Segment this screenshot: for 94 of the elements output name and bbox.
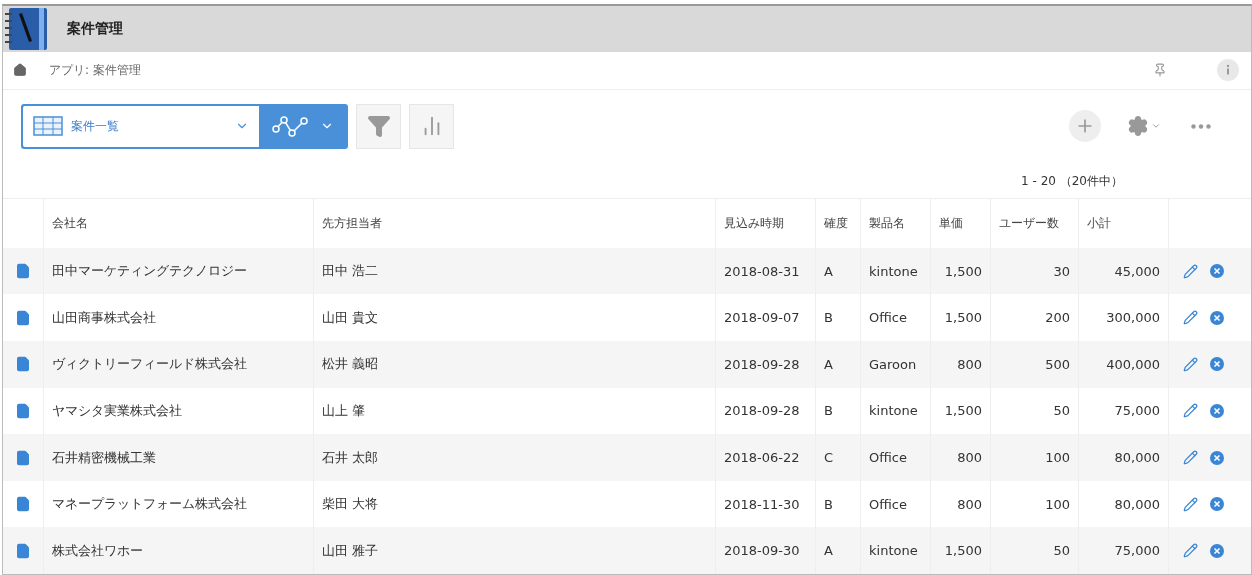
table-cell: 1,500 <box>930 247 990 295</box>
breadcrumb-text[interactable]: アプリ: 案件管理 <box>49 61 141 79</box>
column-header[interactable]: 単価 <box>930 197 990 248</box>
record-icon[interactable] <box>15 309 31 326</box>
table-cell: 株式会社ワホー <box>43 527 313 574</box>
delete-button[interactable] <box>1210 450 1224 465</box>
table-cell: 500 <box>990 341 1078 388</box>
record-icon[interactable] <box>15 449 31 466</box>
table-cell: A <box>815 527 860 574</box>
table-cell: 80,000 <box>1078 434 1168 481</box>
table-cell: 800 <box>930 341 990 388</box>
column-header[interactable]: 小計 <box>1078 197 1168 248</box>
table-cell: 田中 浩二 <box>313 247 715 295</box>
edit-button[interactable] <box>1183 310 1198 326</box>
column-header[interactable]: 見込み時期 <box>715 197 815 248</box>
delete-button[interactable] <box>1210 543 1224 558</box>
table-cell: 田中マーケティングテクノロジー <box>43 247 313 295</box>
remove-icon <box>1210 403 1224 418</box>
edit-button[interactable] <box>1183 496 1198 512</box>
filter-icon <box>366 114 391 139</box>
pencil-icon <box>1183 356 1198 372</box>
table-cell: Garoon <box>860 341 930 388</box>
table-cell: 2018-09-30 <box>715 527 815 574</box>
more-button[interactable] <box>1191 123 1211 129</box>
edit-button[interactable] <box>1183 263 1198 279</box>
pencil-icon <box>1183 450 1198 465</box>
delete-button[interactable] <box>1210 310 1224 325</box>
table-cell: Office <box>860 434 930 481</box>
remove-icon <box>1210 357 1224 372</box>
remove-icon <box>1210 543 1224 558</box>
delete-button[interactable] <box>1210 403 1224 418</box>
app-title: 案件管理 <box>67 20 123 38</box>
record-icon[interactable] <box>15 402 31 419</box>
table-cell: kintone <box>860 527 930 574</box>
settings-button[interactable] <box>1127 115 1161 138</box>
table-cell: A <box>815 247 860 295</box>
chart-button[interactable] <box>409 103 454 149</box>
table-cell: 石井精密機械工業 <box>43 434 313 481</box>
home-icon[interactable] <box>13 63 27 78</box>
table-cell: 2018-08-31 <box>715 247 815 295</box>
record-icon[interactable] <box>15 263 31 280</box>
table-cell: 石井 太郎 <box>313 434 715 481</box>
edit-button[interactable] <box>1183 450 1198 465</box>
pencil-icon <box>1183 310 1198 326</box>
column-header[interactable]: 製品名 <box>860 197 930 248</box>
add-button[interactable] <box>1069 110 1101 143</box>
column-header[interactable]: 会社名 <box>43 197 313 248</box>
pencil-icon <box>1183 263 1198 279</box>
table-cell: 50 <box>990 527 1078 574</box>
more-icon <box>1191 123 1211 129</box>
line-graph-icon <box>271 115 310 138</box>
column-header[interactable]: 確度 <box>815 197 860 248</box>
remove-icon <box>1210 310 1224 325</box>
column-header[interactable]: ユーザー数 <box>990 197 1078 248</box>
pencil-icon <box>1183 403 1198 419</box>
table-cell: 75,000 <box>1078 527 1168 574</box>
pencil-icon <box>1183 496 1198 512</box>
table-cell: A <box>815 341 860 388</box>
table-cell: 100 <box>990 434 1078 481</box>
table-cell: 2018-09-28 <box>715 341 815 388</box>
pin-icon[interactable] <box>1153 63 1167 78</box>
table-cell: C <box>815 434 860 481</box>
record-icon[interactable] <box>15 356 31 373</box>
delete-button[interactable] <box>1210 497 1224 512</box>
table-cell: kintone <box>860 247 930 295</box>
table-cell: 山田 雅子 <box>313 527 715 574</box>
table-cell: ヴィクトリーフィールド株式会社 <box>43 341 313 388</box>
column-header[interactable]: 先方担当者 <box>313 197 715 248</box>
filter-button[interactable] <box>356 103 401 149</box>
remove-icon <box>1210 497 1224 512</box>
table-icon <box>33 116 63 137</box>
table-cell: 45,000 <box>1078 247 1168 295</box>
record-count: 1 - 20 （20件中） <box>1021 172 1123 190</box>
settings-icon <box>1127 115 1149 138</box>
remove-icon <box>1210 264 1224 279</box>
delete-button[interactable] <box>1210 264 1224 279</box>
info-icon[interactable] <box>1217 59 1239 82</box>
table-cell: 800 <box>930 434 990 481</box>
table-cell: 松井 義昭 <box>313 341 715 388</box>
table-cell: 400,000 <box>1078 341 1168 388</box>
notebook-icon <box>3 6 49 52</box>
delete-button[interactable] <box>1210 357 1224 372</box>
pencil-icon <box>1183 543 1198 559</box>
view-name: 案件一覧 <box>71 117 120 135</box>
record-icon[interactable] <box>15 496 31 513</box>
edit-button[interactable] <box>1183 356 1198 372</box>
remove-icon <box>1210 450 1224 465</box>
record-icon[interactable] <box>15 542 31 559</box>
table-cell: 1,500 <box>930 527 990 574</box>
table-cell: 30 <box>990 247 1078 295</box>
table-cell: 2018-06-22 <box>715 434 815 481</box>
view-dropdown[interactable]: 案件一覧 <box>23 105 259 147</box>
edit-button[interactable] <box>1183 403 1198 419</box>
edit-button[interactable] <box>1183 543 1198 559</box>
